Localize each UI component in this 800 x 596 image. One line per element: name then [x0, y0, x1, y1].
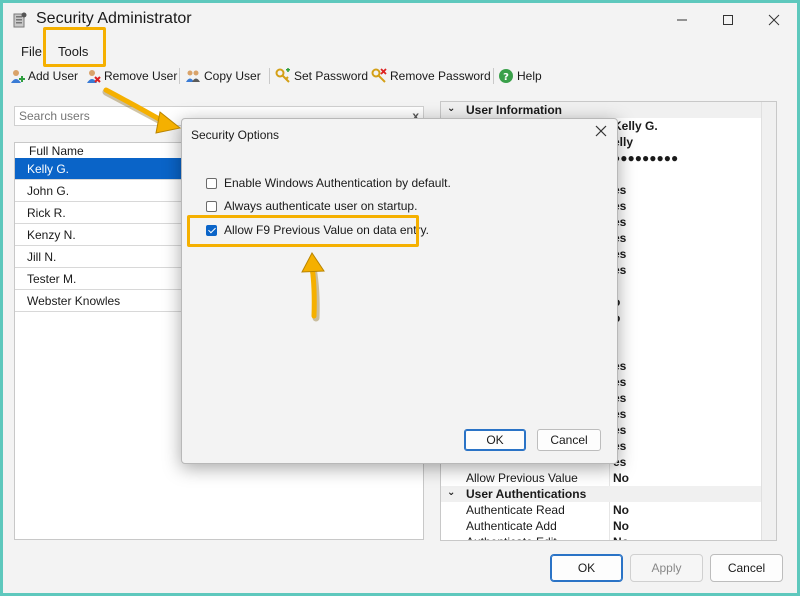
- dialog-title: Security Options: [191, 128, 280, 142]
- apply-button[interactable]: Apply: [630, 554, 703, 582]
- help-button[interactable]: ? Help: [498, 65, 542, 87]
- add-user-label: Add User: [28, 69, 79, 83]
- toolbar-separator: [269, 68, 270, 84]
- close-icon: [595, 125, 607, 137]
- category-label: User Authentications: [466, 487, 587, 501]
- user-full-name: Kenzy N.: [27, 228, 76, 242]
- window-title: Security Administrator: [36, 10, 192, 27]
- remove-user-button[interactable]: Remove User: [85, 65, 177, 87]
- user-full-name: Rick R.: [27, 206, 66, 220]
- remove-password-button[interactable]: Remove Password: [371, 65, 491, 87]
- property-value: ●●●●●●●●●: [613, 151, 679, 165]
- property-row[interactable]: Authenticate Read No: [441, 502, 763, 518]
- property-value: No: [613, 535, 629, 540]
- dialog-cancel-button[interactable]: Cancel: [537, 429, 601, 451]
- copy-user-button[interactable]: Copy User: [185, 65, 261, 87]
- option-authenticate-startup[interactable]: Always authenticate user on startup.: [206, 198, 417, 214]
- user-full-name: Jill N.: [27, 250, 57, 264]
- title-bar: Security Administrator: [3, 3, 797, 37]
- maximize-button[interactable]: [705, 3, 751, 37]
- copy-user-label: Copy User: [204, 69, 261, 83]
- remove-user-label: Remove User: [104, 69, 178, 83]
- close-icon: [768, 14, 780, 26]
- copy-user-icon: [186, 70, 200, 82]
- property-divider: [609, 470, 610, 486]
- option-highlight-box: [187, 215, 419, 247]
- toolbar-separator: [179, 68, 180, 84]
- category-label: User Information: [466, 103, 563, 117]
- windows-auth-checkbox[interactable]: [206, 177, 217, 189]
- option-label: Always authenticate user on startup.: [224, 199, 418, 213]
- property-name: Allow Previous Value: [466, 471, 578, 485]
- property-name: Authenticate Edit: [466, 535, 557, 540]
- close-button[interactable]: [751, 3, 797, 37]
- property-value: No: [613, 471, 629, 485]
- add-user-icon: [11, 70, 25, 83]
- svg-text:?: ?: [503, 72, 509, 83]
- property-value: Kelly G.: [613, 119, 658, 133]
- property-name: Authenticate Read: [466, 503, 565, 517]
- authenticate-startup-checkbox[interactable]: [206, 200, 217, 212]
- collapse-icon[interactable]: ⌄: [447, 103, 455, 114]
- property-divider: [609, 502, 610, 518]
- category-user-authentications[interactable]: ⌄ User Authentications: [441, 486, 763, 502]
- help-icon: ?: [499, 69, 513, 83]
- key-icon: [275, 68, 290, 83]
- set-password-label: Set Password: [294, 69, 369, 83]
- property-divider: [609, 534, 610, 540]
- help-label: Help: [517, 69, 542, 83]
- toolbar-separator: [493, 68, 494, 84]
- properties-scrollbar[interactable]: [761, 102, 776, 540]
- property-row[interactable]: Authenticate Edit No: [441, 534, 763, 540]
- property-value: No: [613, 519, 629, 533]
- remove-user-icon: [87, 70, 101, 83]
- option-windows-authentication[interactable]: Enable Windows Authentication by default…: [206, 175, 451, 191]
- option-label: Enable Windows Authentication by default…: [224, 176, 451, 190]
- cancel-button[interactable]: Cancel: [710, 554, 783, 582]
- dialog-ok-button[interactable]: OK: [464, 429, 526, 451]
- remove-password-label: Remove Password: [390, 69, 491, 83]
- security-options-dialog: Security Options Enable Windows Authenti…: [181, 118, 618, 464]
- ok-button[interactable]: OK: [550, 554, 623, 582]
- property-row[interactable]: Allow Previous Value No: [441, 470, 763, 486]
- property-name: Authenticate Add: [466, 519, 557, 533]
- app-icon: [13, 12, 27, 28]
- remove-key-icon: [371, 68, 387, 83]
- user-full-name: Tester M.: [27, 272, 77, 286]
- tools-highlight-box: [43, 27, 106, 67]
- property-value: No: [613, 503, 629, 517]
- toolbar: Add User Remove User Copy User Set Passw…: [3, 65, 797, 87]
- user-full-name: John G.: [27, 184, 70, 198]
- set-password-button[interactable]: Set Password: [275, 65, 368, 87]
- minimize-icon: [677, 19, 687, 21]
- add-user-button[interactable]: Add User: [9, 65, 78, 87]
- collapse-icon[interactable]: ⌄: [447, 487, 455, 498]
- dialog-close-button[interactable]: [595, 124, 607, 142]
- column-header-label: Full Name: [29, 144, 84, 158]
- property-row[interactable]: Authenticate Add No: [441, 518, 763, 534]
- property-divider: [609, 518, 610, 534]
- category-user-information[interactable]: ⌄ User Information: [441, 102, 763, 118]
- user-full-name: Webster Knowles: [27, 294, 121, 308]
- user-full-name: Kelly G.: [27, 162, 70, 176]
- maximize-icon: [723, 15, 733, 25]
- minimize-button[interactable]: [659, 3, 705, 37]
